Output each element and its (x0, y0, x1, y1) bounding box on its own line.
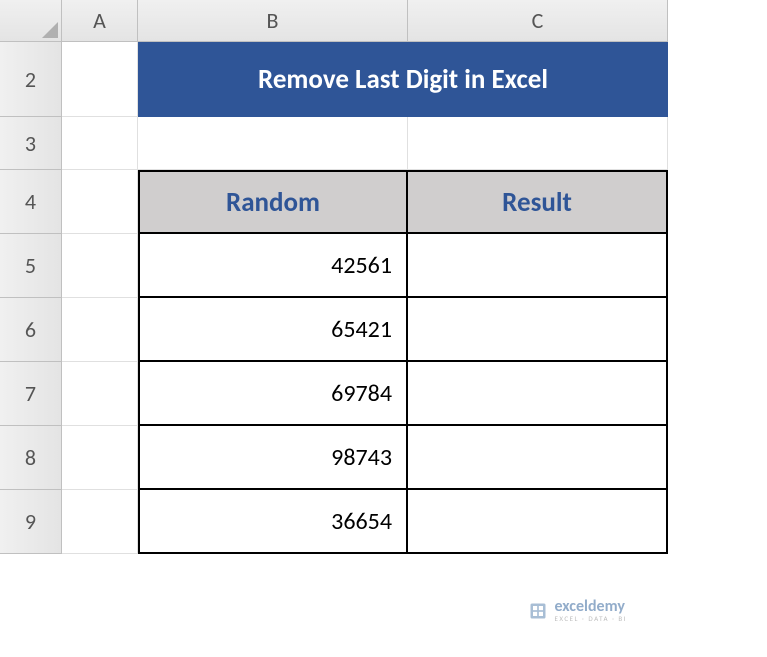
row-4: 4 Random Result (0, 170, 767, 234)
row-header-5[interactable]: 5 (0, 234, 62, 298)
cell-A8[interactable] (62, 426, 138, 490)
watermark-title: exceldemy (554, 599, 627, 615)
cell-A7[interactable] (62, 362, 138, 426)
row-header-7[interactable]: 7 (0, 362, 62, 426)
row-header-2[interactable]: 2 (0, 42, 62, 117)
cell-random-8[interactable]: 98743 (138, 426, 408, 490)
cell-A2[interactable] (62, 42, 138, 117)
cell-C3[interactable] (408, 117, 668, 170)
cell-result-7[interactable] (408, 362, 668, 426)
cell-result-6[interactable] (408, 298, 668, 362)
col-header-C[interactable]: C (408, 0, 668, 42)
row-3: 3 (0, 117, 767, 170)
row-header-8[interactable]: 8 (0, 426, 62, 490)
row-header-4[interactable]: 4 (0, 170, 62, 234)
cell-A9[interactable] (62, 490, 138, 554)
cell-random-5[interactable]: 42561 (138, 234, 408, 298)
cell-result-9[interactable] (408, 490, 668, 554)
row-2: 2 Remove Last Digit in Excel (0, 42, 767, 117)
exceldemy-icon (528, 601, 548, 621)
watermark-text: exceldemy EXCEL · DATA · BI (554, 599, 627, 622)
spreadsheet-grid: A B C 2 Remove Last Digit in Excel 3 4 R… (0, 0, 767, 554)
watermark-sub: EXCEL · DATA · BI (554, 615, 627, 622)
cell-A5[interactable] (62, 234, 138, 298)
row-header-3[interactable]: 3 (0, 117, 62, 170)
row-header-9[interactable]: 9 (0, 490, 62, 554)
col-header-A[interactable]: A (62, 0, 138, 42)
title-merged-cell[interactable]: Remove Last Digit in Excel (138, 42, 668, 117)
cell-random-6[interactable]: 65421 (138, 298, 408, 362)
header-random[interactable]: Random (138, 170, 408, 234)
row-9: 9 36654 (0, 490, 767, 554)
row-6: 6 65421 (0, 298, 767, 362)
col-header-B[interactable]: B (138, 0, 408, 42)
select-all-corner[interactable] (0, 0, 62, 42)
row-5: 5 42561 (0, 234, 767, 298)
row-8: 8 98743 (0, 426, 767, 490)
cell-B3[interactable] (138, 117, 408, 170)
cell-random-9[interactable]: 36654 (138, 490, 408, 554)
cell-result-5[interactable] (408, 234, 668, 298)
cell-A4[interactable] (62, 170, 138, 234)
column-header-row: A B C (0, 0, 767, 42)
cell-A3[interactable] (62, 117, 138, 170)
cell-random-7[interactable]: 69784 (138, 362, 408, 426)
watermark: exceldemy EXCEL · DATA · BI (528, 599, 627, 622)
cell-result-8[interactable] (408, 426, 668, 490)
row-header-6[interactable]: 6 (0, 298, 62, 362)
header-result[interactable]: Result (408, 170, 668, 234)
row-7: 7 69784 (0, 362, 767, 426)
cell-A6[interactable] (62, 298, 138, 362)
